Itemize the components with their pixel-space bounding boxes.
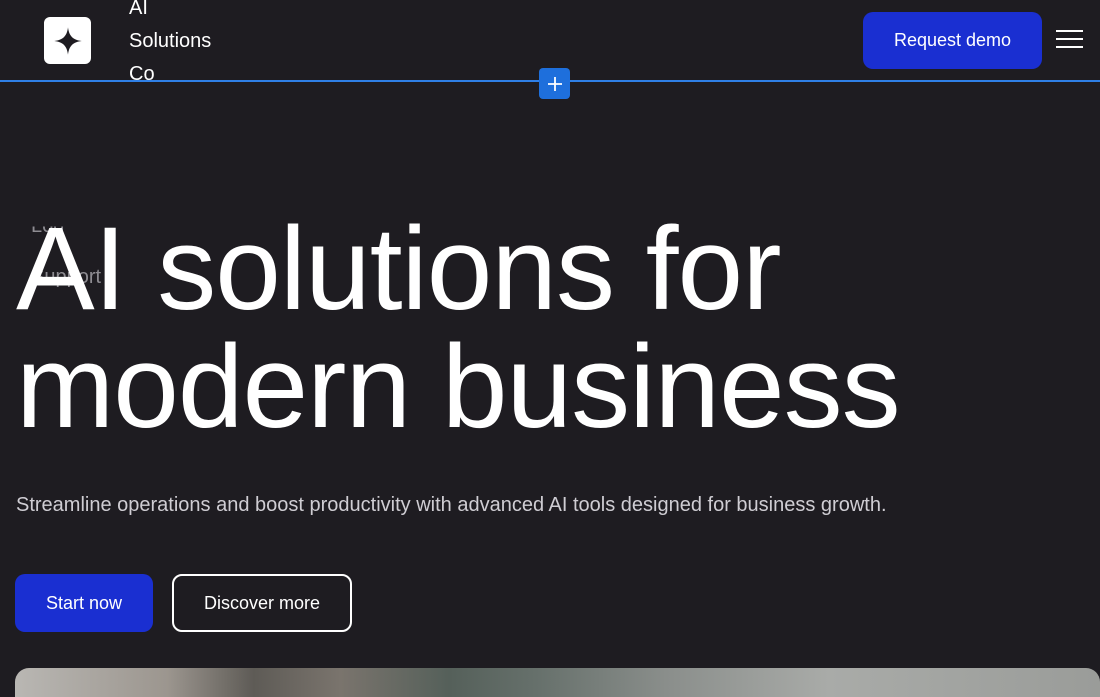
hero-title-line: modern business [16, 321, 901, 453]
hamburger-menu-icon[interactable] [1056, 30, 1083, 50]
discover-more-button[interactable]: Discover more [172, 574, 352, 632]
logo[interactable] [44, 17, 91, 64]
start-now-button[interactable]: Start now [15, 574, 153, 632]
add-section-button[interactable] [539, 68, 570, 99]
request-demo-button[interactable]: Request demo [863, 12, 1042, 69]
landing-page: AI Solutions Co Request demo Log Support… [0, 0, 1100, 697]
hero-title-line: AI solutions for [16, 203, 781, 335]
brand-name[interactable]: AI Solutions Co [129, 0, 239, 91]
brand-line: Co [129, 63, 155, 85]
sparkle-icon [53, 26, 82, 55]
brand-line: Solutions [129, 30, 212, 52]
brand-line: AI [129, 0, 148, 19]
hero-title: AI solutions for modern business [16, 210, 1096, 446]
hero-image [15, 668, 1100, 697]
plus-icon [547, 76, 562, 91]
hero-subtitle: Streamline operations and boost producti… [16, 494, 887, 516]
